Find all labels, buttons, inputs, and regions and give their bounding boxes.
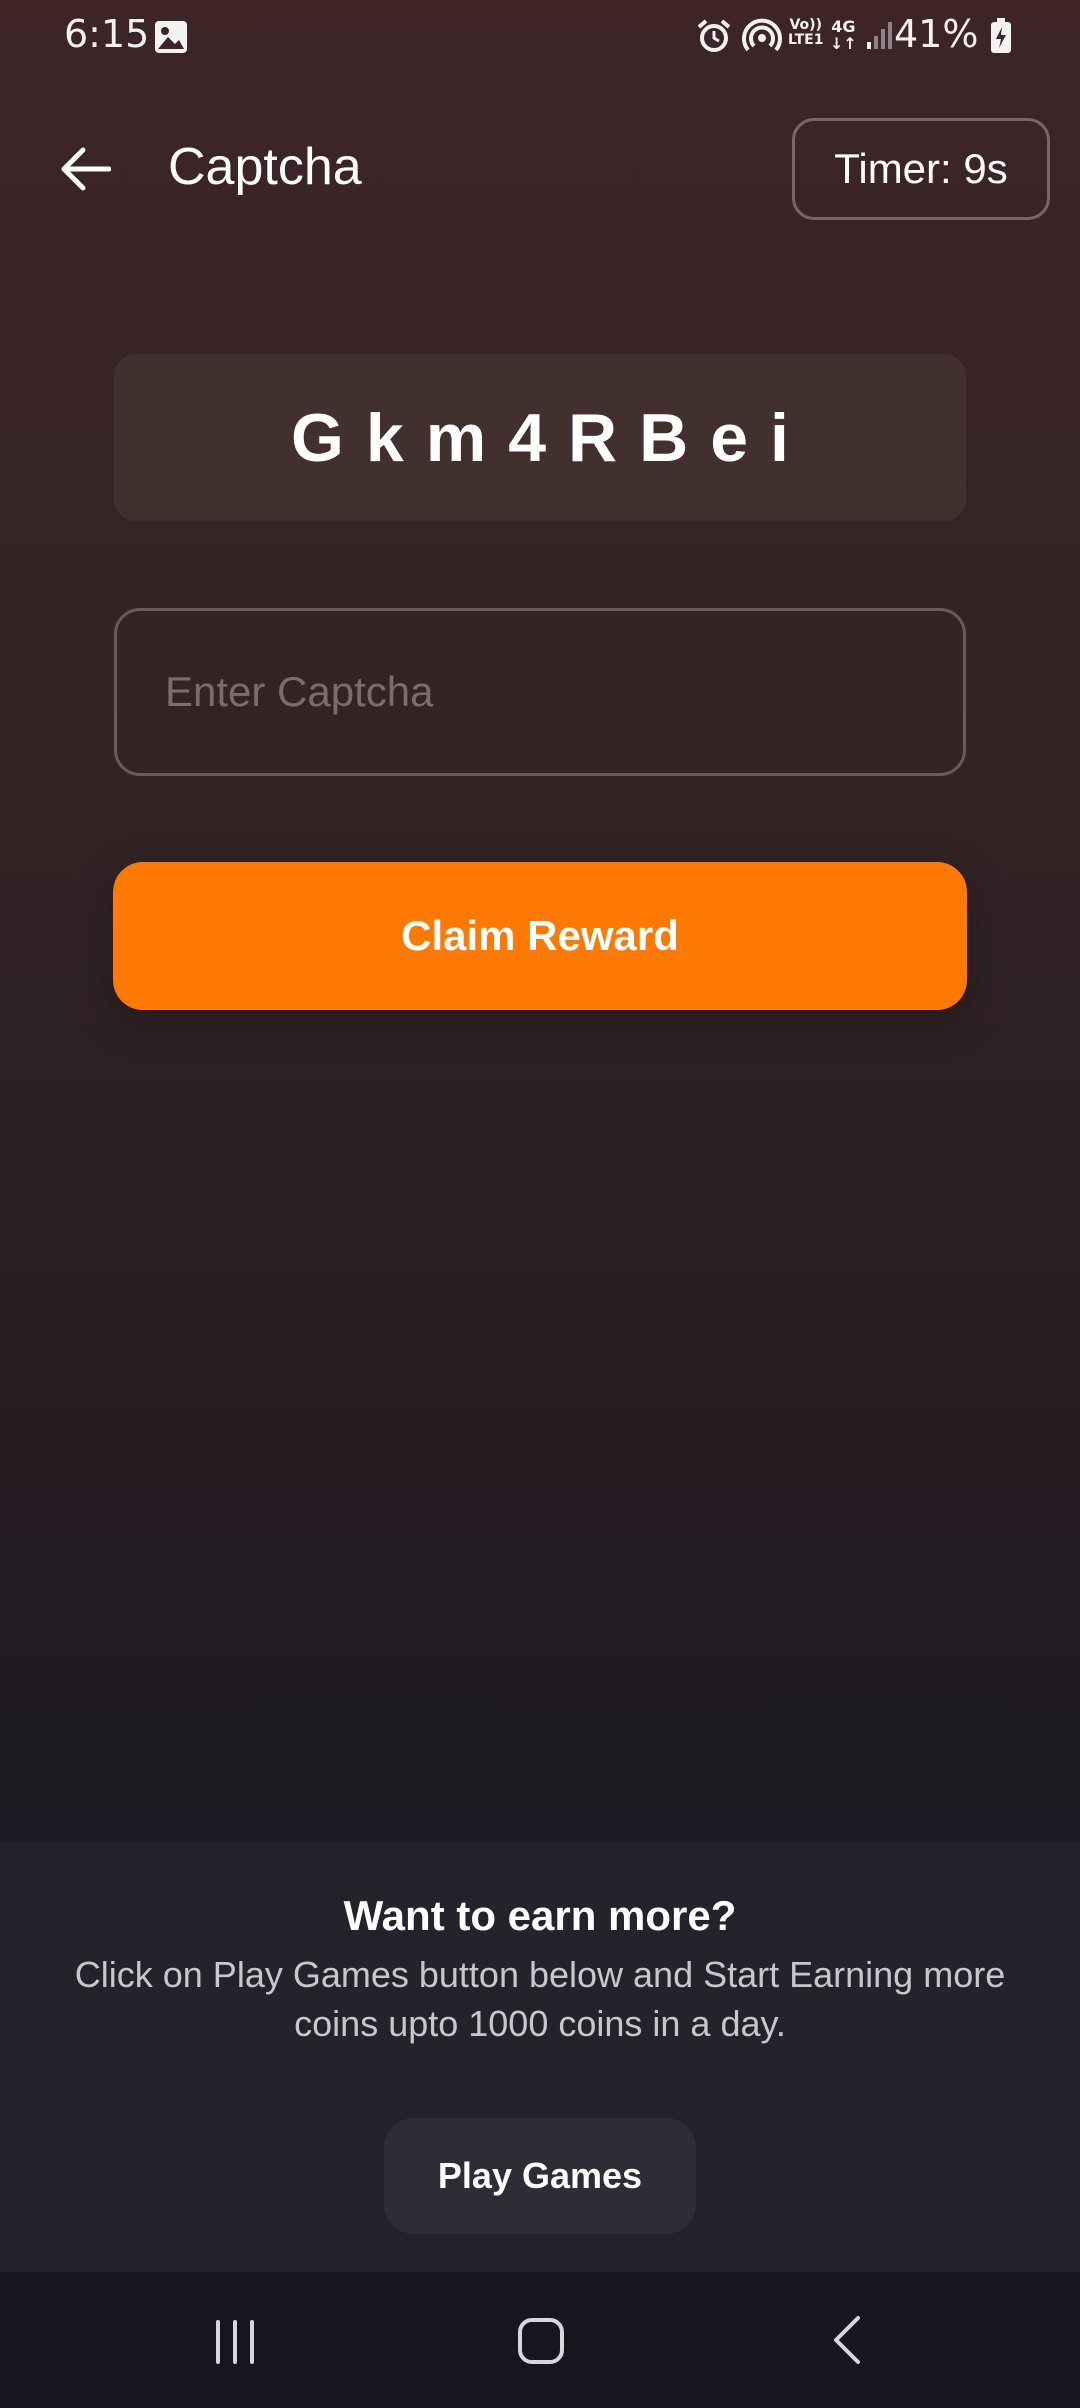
back-arrow-icon: [61, 147, 111, 191]
battery-percent: 41%: [894, 12, 979, 56]
volte-line1: Vo)): [789, 17, 822, 33]
back-button[interactable]: [50, 134, 120, 204]
play-games-button[interactable]: Play Games: [384, 2118, 696, 2234]
recent-apps-icon[interactable]: [212, 2320, 258, 2368]
alarm-icon: [696, 18, 732, 58]
volte-line2: LTE1: [788, 32, 824, 48]
nav-back-icon[interactable]: [826, 2314, 866, 2370]
captcha-code: Gkm4RBei: [291, 399, 811, 476]
system-nav-bar: [0, 2272, 1080, 2408]
timer-label: Timer: 9s: [834, 145, 1008, 192]
hotspot-icon: [742, 16, 782, 60]
signal-icon: [866, 20, 894, 54]
captcha-input[interactable]: [114, 608, 966, 776]
timer-badge: Timer: 9s: [792, 118, 1050, 220]
data-arrows-icon: ↓↑: [830, 34, 857, 53]
promo-text: Click on Play Games button below and Sta…: [74, 1954, 1006, 2044]
status-bar: 6:15 Vo)) LTE1 4G ↓↑ 41%: [0, 0, 1080, 72]
status-icons: Vo)) LTE1 4G ↓↑ 41%: [660, 12, 1080, 60]
network-type: 4G ↓↑: [830, 18, 857, 52]
volte-indicator: Vo)) LTE1: [788, 18, 823, 48]
page-title: Captcha: [168, 138, 362, 196]
promo-panel: Want to earn more? Click on Play Games b…: [0, 1842, 1080, 2272]
gallery-icon: [154, 20, 188, 58]
battery-charging-icon: [990, 18, 1012, 58]
captcha-display: Gkm4RBei: [114, 354, 966, 521]
claim-reward-button[interactable]: Claim Reward: [113, 862, 967, 1010]
home-icon[interactable]: [516, 2316, 566, 2370]
promo-title: Want to earn more?: [343, 1892, 737, 1939]
status-time: 6:15: [64, 12, 150, 56]
